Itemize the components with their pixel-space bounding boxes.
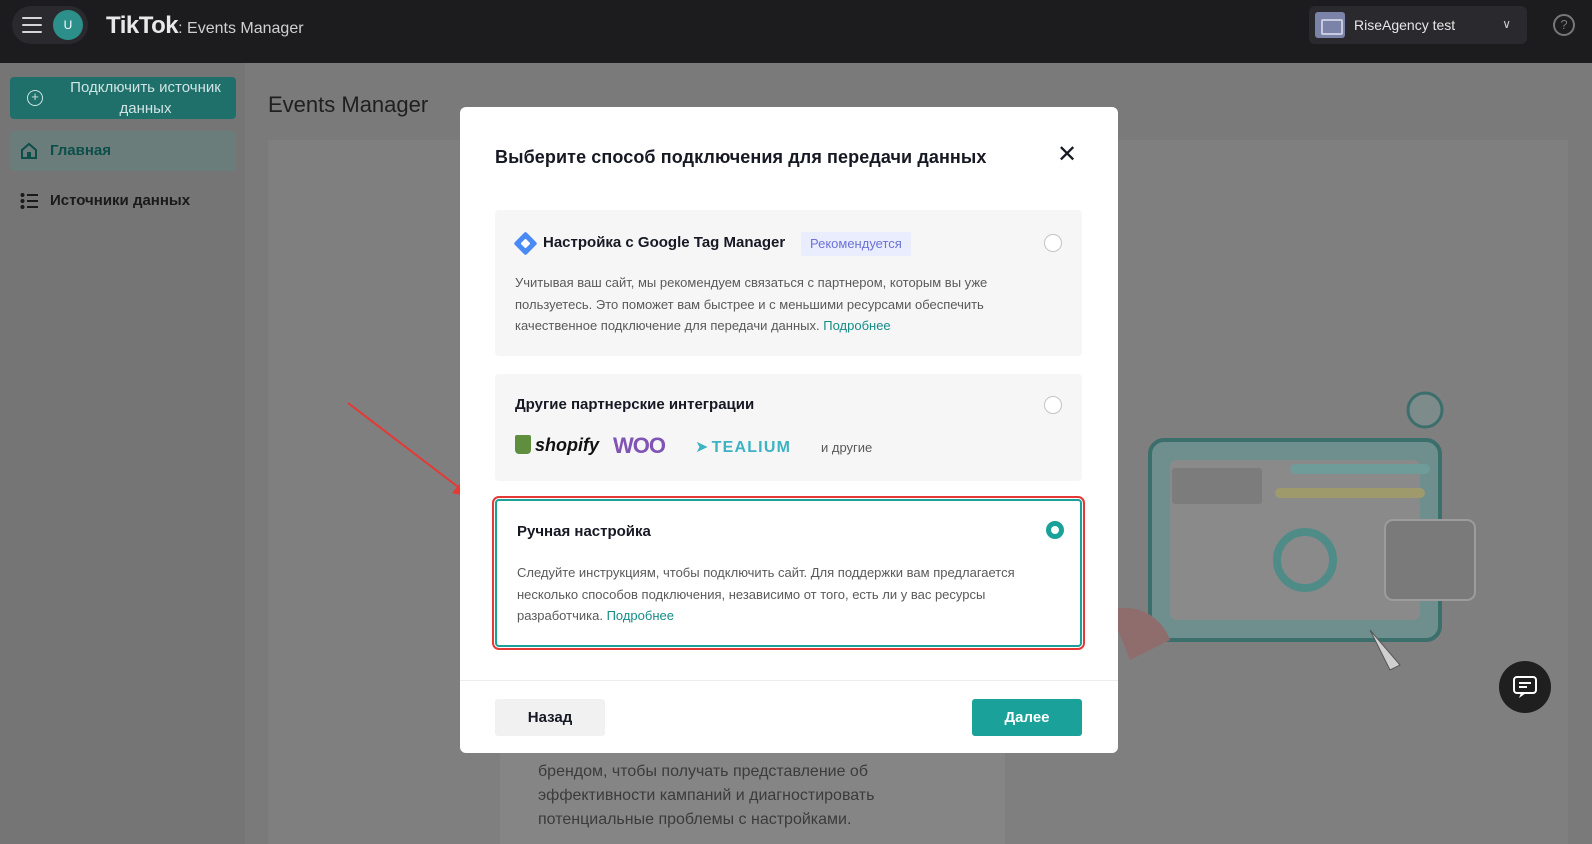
- modal-divider: [460, 680, 1118, 681]
- learn-more-link[interactable]: Подробнее: [823, 318, 890, 333]
- option-description-text: Следуйте инструкциям, чтобы подключить с…: [517, 565, 1015, 623]
- option-manual-setup[interactable]: Ручная настройка Следуйте инструкциям, ч…: [492, 496, 1085, 650]
- tealium-logo: ➤ TEALIUM: [695, 439, 792, 456]
- next-button[interactable]: Далее: [972, 699, 1082, 736]
- chat-icon: [1513, 676, 1537, 698]
- woo-logo: WOO: [613, 433, 666, 458]
- brand-logo: TikTok: Events Manager: [106, 12, 304, 39]
- radio-google-tag-manager[interactable]: [1044, 234, 1062, 252]
- page-title: Events Manager: [268, 92, 429, 117]
- tealium-mark-icon: ➤: [695, 439, 710, 456]
- connect-button-label: Подключить источник данных: [70, 79, 221, 117]
- menu-button[interactable]: U: [12, 6, 88, 44]
- top-bar: U TikTok: Events Manager RiseAgency test…: [0, 0, 1592, 63]
- list-icon: [20, 193, 38, 209]
- shopify-bag-icon: [515, 435, 531, 454]
- plus-circle-icon: +: [27, 90, 43, 106]
- others-label: и другие: [821, 440, 873, 455]
- option-partner-integrations[interactable]: Другие партнерские интеграции shopify WO…: [495, 374, 1082, 481]
- user-avatar[interactable]: U: [53, 10, 83, 40]
- google-tag-manager-icon: [513, 231, 538, 256]
- option-description: Следуйте инструкциям, чтобы подключить с…: [517, 562, 1047, 627]
- home-icon: [21, 142, 37, 159]
- dashboard-illustration: [1110, 391, 1476, 671]
- modal-title: Выберите способ подключения для передачи…: [495, 147, 987, 167]
- shopify-logo: shopify: [515, 435, 599, 456]
- brand-subtitle: Events Manager: [187, 20, 304, 37]
- brand-name: TikTok: [106, 12, 179, 39]
- help-icon[interactable]: ?: [1553, 14, 1575, 36]
- account-name: RiseAgency test: [1354, 17, 1456, 33]
- connect-data-source-button[interactable]: + Подключить источник данных: [10, 77, 236, 119]
- option-title: Ручная настройка: [517, 523, 651, 540]
- radio-manual-setup[interactable]: [1046, 521, 1064, 539]
- info-card-text: брендом, чтобы получать представление об…: [538, 763, 875, 828]
- connection-method-modal: Выберите способ подключения для передачи…: [460, 107, 1118, 753]
- option-google-tag-manager[interactable]: Настройка с Google Tag Manager Рекоменду…: [495, 210, 1082, 356]
- option-title: Другие партнерские интеграции: [515, 396, 755, 413]
- account-logo-icon: [1315, 12, 1345, 38]
- recommended-badge: Рекомендуется: [801, 232, 911, 256]
- option-title: Настройка с Google Tag Manager: [543, 234, 786, 251]
- sidebar-item-label: Главная: [50, 142, 112, 159]
- option-description-text: Учитывая ваш сайт, мы рекомендуем связат…: [515, 275, 988, 333]
- learn-more-link[interactable]: Подробнее: [607, 608, 674, 623]
- hamburger-icon: [22, 17, 42, 33]
- radio-partner-integrations[interactable]: [1044, 396, 1062, 414]
- option-description: Учитывая ваш сайт, мы рекомендуем связат…: [515, 272, 1045, 337]
- chevron-down-icon: ∨: [1502, 17, 1511, 31]
- account-switcher[interactable]: RiseAgency test ∨: [1309, 6, 1527, 44]
- chat-button[interactable]: [1499, 661, 1551, 713]
- sidebar-item-data-sources[interactable]: Источники данных: [10, 181, 236, 221]
- sidebar-item-label: Источники данных: [50, 192, 191, 209]
- sidebar-item-home[interactable]: Главная: [10, 131, 236, 171]
- close-icon[interactable]: ✕: [1056, 143, 1078, 167]
- annotation-arrow: [347, 402, 470, 497]
- back-button[interactable]: Назад: [495, 699, 605, 736]
- sidebar: + Подключить источник данных Главная Ист…: [0, 63, 245, 844]
